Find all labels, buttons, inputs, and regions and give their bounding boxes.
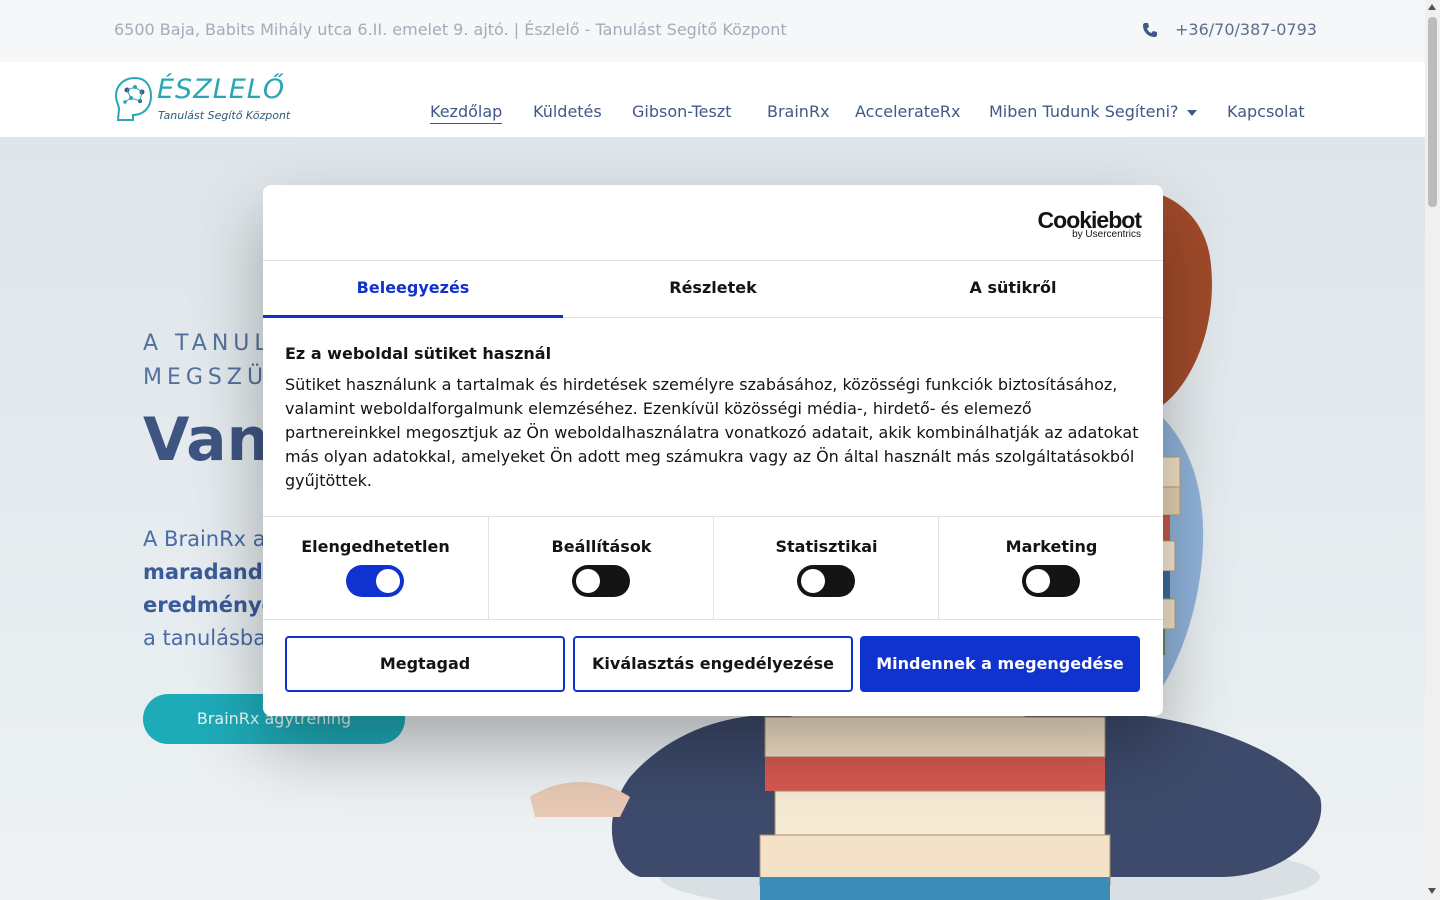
logo-brand-text: ÉSZLELŐ (157, 74, 286, 105)
site-logo[interactable]: ÉSZLELŐ Tanulást Segítő Központ (113, 74, 290, 126)
site-header: ÉSZLELŐ Tanulást Segítő Központ Kezdőlap… (0, 62, 1425, 137)
consent-title: Ez a weboldal sütiket használ (285, 344, 552, 363)
scroll-down-arrow-icon[interactable] (1428, 888, 1436, 894)
toggle-cell-marketing: Marketing (938, 517, 1163, 620)
hero-lead: A BrainRx a maradand eredménye a tanulás… (143, 523, 276, 655)
phone-icon (1143, 23, 1157, 37)
allow-selection-button[interactable]: Kiválasztás engedélyezése (573, 636, 853, 692)
consent-description: Sütiket használunk a tartalmak és hirdet… (285, 375, 1139, 490)
toggle-label-necessary: Elengedhetetlen (301, 537, 450, 556)
hero-lead-line-4: a tanulásba (143, 626, 267, 650)
toggle-knob (376, 569, 400, 593)
toggle-label-marketing: Marketing (1005, 537, 1098, 556)
cookie-consent-dialog: Cookiebot by Usercentrics Beleegyezés Ré… (263, 185, 1163, 716)
nav-item-kuldetes[interactable]: Küldetés (533, 102, 602, 121)
toggle-cell-necessary: Elengedhetetlen (263, 517, 488, 620)
consent-category-toggles: Elengedhetetlen Beállítások Statisztikai… (263, 516, 1163, 620)
tab-about-cookies[interactable]: A sütikről (863, 261, 1163, 318)
chevron-down-icon (1186, 109, 1197, 116)
deny-button[interactable]: Megtagad (285, 636, 565, 692)
consent-tabs: Beleegyezés Részletek A sütikről (263, 260, 1163, 318)
toggle-marketing[interactable] (1022, 565, 1080, 597)
nav-item-kezdolap[interactable]: Kezdőlap (430, 102, 503, 124)
tab-consent[interactable]: Beleegyezés (263, 261, 563, 318)
nav-item-brainrx[interactable]: BrainRx (767, 102, 830, 121)
toggle-label-statistics: Statisztikai (775, 537, 878, 556)
cookiebot-logo-byline: by Usercentrics (1072, 229, 1141, 240)
toggle-necessary[interactable] (346, 565, 404, 597)
hero-headline: Van (143, 405, 270, 475)
tab-details[interactable]: Részletek (563, 261, 863, 318)
nav-item-gibson-teszt[interactable]: Gibson-Teszt (632, 102, 731, 121)
page-scrollbar[interactable] (1425, 0, 1440, 900)
allow-all-button[interactable]: Mindennek a megengedése (860, 636, 1140, 692)
scroll-up-arrow-icon[interactable] (1428, 4, 1436, 10)
toggle-label-preferences: Beállítások (551, 537, 652, 556)
cookiebot-logo: Cookiebot by Usercentrics (1037, 207, 1142, 240)
brain-logo-icon (114, 76, 153, 121)
phone-link[interactable]: +36/70/387-0793 (1175, 20, 1317, 39)
top-info-bar: 6500 Baja, Babits Mihály utca 6.II. emel… (0, 0, 1425, 62)
toggle-cell-statistics: Statisztikai (713, 517, 938, 620)
nav-item-acceleraterx[interactable]: AccelerateRx (855, 102, 960, 121)
nav-item-kapcsolat[interactable]: Kapcsolat (1227, 102, 1305, 121)
nav-item-miben-tudunk[interactable]: Miben Tudunk Segíteni? (989, 102, 1197, 121)
address-text: 6500 Baja, Babits Mihály utca 6.II. emel… (114, 20, 787, 39)
logo-tagline: Tanulást Segítő Központ (158, 109, 291, 122)
toggle-statistics[interactable] (797, 565, 855, 597)
hero-lead-line-3: eredménye (143, 593, 276, 617)
toggle-knob (1026, 569, 1050, 593)
nav-item-miben-tudunk-label: Miben Tudunk Segíteni? (989, 102, 1179, 121)
hero-lead-line-1: A BrainRx a (143, 527, 266, 551)
toggle-preferences[interactable] (572, 565, 630, 597)
toggle-knob (576, 569, 600, 593)
toggle-cell-preferences: Beállítások (488, 517, 713, 620)
scrollbar-thumb[interactable] (1428, 17, 1437, 207)
toggle-knob (801, 569, 825, 593)
hero-lead-line-2: maradand (143, 560, 263, 584)
